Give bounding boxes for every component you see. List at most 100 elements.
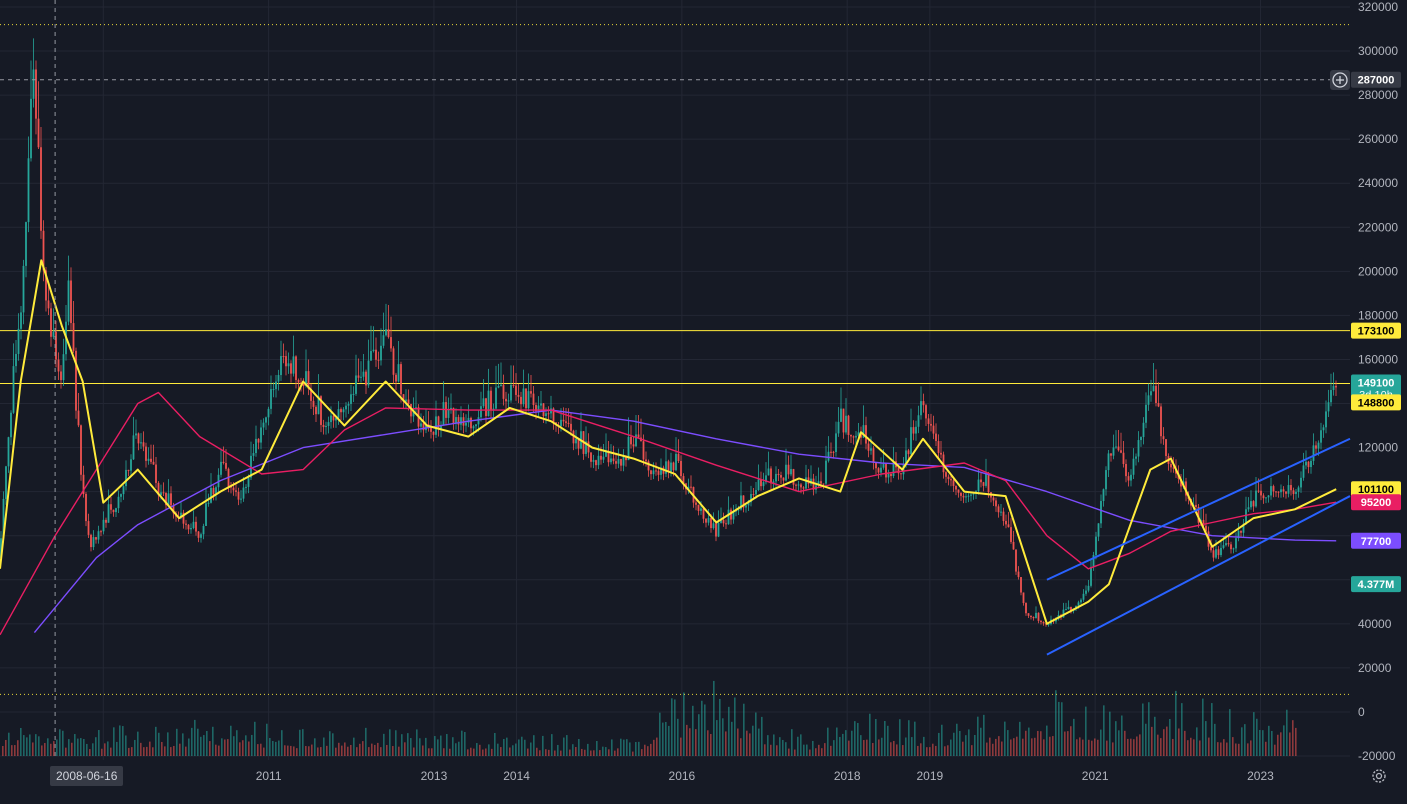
volume-bar xyxy=(434,736,436,756)
candle-body xyxy=(1317,442,1320,449)
volume-bar xyxy=(257,744,259,756)
volume-bar xyxy=(425,737,427,756)
candle-body xyxy=(285,356,287,367)
candle-body xyxy=(800,484,802,488)
candle-body xyxy=(782,477,785,481)
gear-icon[interactable] xyxy=(1370,767,1388,785)
candle-body xyxy=(752,494,755,496)
volume-bar xyxy=(902,745,904,756)
candle-body xyxy=(1095,536,1097,556)
volume-bar xyxy=(941,724,943,756)
volume-bar xyxy=(392,746,394,756)
volume-bar xyxy=(191,727,193,756)
volume-bar xyxy=(449,748,451,756)
candle-body xyxy=(1152,385,1155,392)
candle-body xyxy=(867,443,870,451)
volume-bar xyxy=(719,698,721,756)
volume-bar xyxy=(302,729,304,756)
volume-bar xyxy=(608,749,610,756)
volume-bar xyxy=(356,747,358,756)
candle-body xyxy=(562,419,565,422)
candle-body xyxy=(265,417,267,423)
candle-body xyxy=(757,479,760,491)
volume-bar xyxy=(686,724,688,756)
chart-svg[interactable]: 320000 300000 280000 260000 240000 220000 2000… xyxy=(0,0,1407,799)
volume-bar xyxy=(314,738,316,756)
volume-bar xyxy=(908,720,910,756)
volume-bar xyxy=(446,734,448,756)
volume-bar xyxy=(383,733,385,756)
volume-bar xyxy=(1127,738,1129,756)
crosshair-date-label: 2008-06-16 xyxy=(50,766,124,786)
volume-bar xyxy=(734,697,736,756)
volume-bar xyxy=(50,743,52,756)
volume-bar xyxy=(443,748,445,756)
volume-bar xyxy=(890,742,892,756)
candle-body xyxy=(5,466,7,499)
candle-body xyxy=(1230,544,1232,550)
volume-bar xyxy=(395,730,397,756)
chart-area[interactable]: 320000 300000 280000 260000 240000 220000 2000… xyxy=(0,0,1407,799)
candle-body xyxy=(1215,549,1217,558)
candle-body xyxy=(1100,501,1102,524)
volume-bar xyxy=(794,749,796,756)
candle-body xyxy=(1282,489,1285,492)
volume-bar xyxy=(1052,736,1054,756)
volume-bar xyxy=(566,735,568,756)
volume-bar xyxy=(872,742,874,756)
volume-bar xyxy=(1190,737,1192,756)
candle-body xyxy=(1262,495,1265,499)
volume-bar xyxy=(1289,732,1291,756)
candle-body xyxy=(1267,495,1270,498)
candle-body xyxy=(602,456,605,460)
candle-body xyxy=(615,461,617,464)
candle-body xyxy=(1222,545,1225,548)
volume-bar xyxy=(854,721,856,756)
volume-bar xyxy=(836,727,838,756)
volume-bar xyxy=(437,739,439,756)
price-tick-label: 180000 xyxy=(1358,308,1398,322)
volume-bar xyxy=(398,746,400,756)
volume-bar xyxy=(155,726,157,756)
volume-bar xyxy=(896,744,898,756)
candle-body xyxy=(1005,520,1007,525)
candle-body xyxy=(362,371,365,377)
volume-bar xyxy=(11,745,13,756)
candle-body xyxy=(885,463,887,478)
volume-bar xyxy=(1115,721,1117,756)
volume-bar xyxy=(104,743,106,756)
volume-bar xyxy=(1040,731,1042,756)
candle-body xyxy=(375,349,377,360)
candle-body xyxy=(532,393,535,405)
candle-body xyxy=(142,442,145,447)
candle-body xyxy=(695,502,697,505)
volume-bar xyxy=(407,733,409,756)
volume-bar xyxy=(965,735,967,756)
volume-bar xyxy=(599,750,601,756)
candle-body xyxy=(1150,391,1152,396)
candle-body xyxy=(1082,593,1085,600)
volume-bar xyxy=(368,747,370,756)
volume-bar xyxy=(668,725,670,756)
candle-body xyxy=(342,409,345,413)
volume-bar xyxy=(506,737,508,756)
volume-bar xyxy=(1139,734,1141,756)
candle-body xyxy=(1335,385,1337,388)
volume-bar xyxy=(662,722,664,756)
candle-body xyxy=(1265,497,1267,499)
candle-body xyxy=(100,531,102,533)
plus-circle-icon[interactable] xyxy=(1330,70,1350,90)
volume-bar xyxy=(338,742,340,756)
volume-bar xyxy=(1070,726,1072,756)
candle-body xyxy=(130,459,132,471)
volume-bar xyxy=(626,739,628,756)
volume-bar xyxy=(839,736,841,756)
volume-bar xyxy=(833,740,835,756)
volume-bar xyxy=(557,744,559,756)
candle-body xyxy=(1030,615,1032,618)
candle-body xyxy=(397,364,400,382)
candle-body xyxy=(1322,427,1325,431)
volume-bar xyxy=(1037,730,1039,756)
candle-body xyxy=(352,393,355,395)
candle-body xyxy=(917,415,920,427)
